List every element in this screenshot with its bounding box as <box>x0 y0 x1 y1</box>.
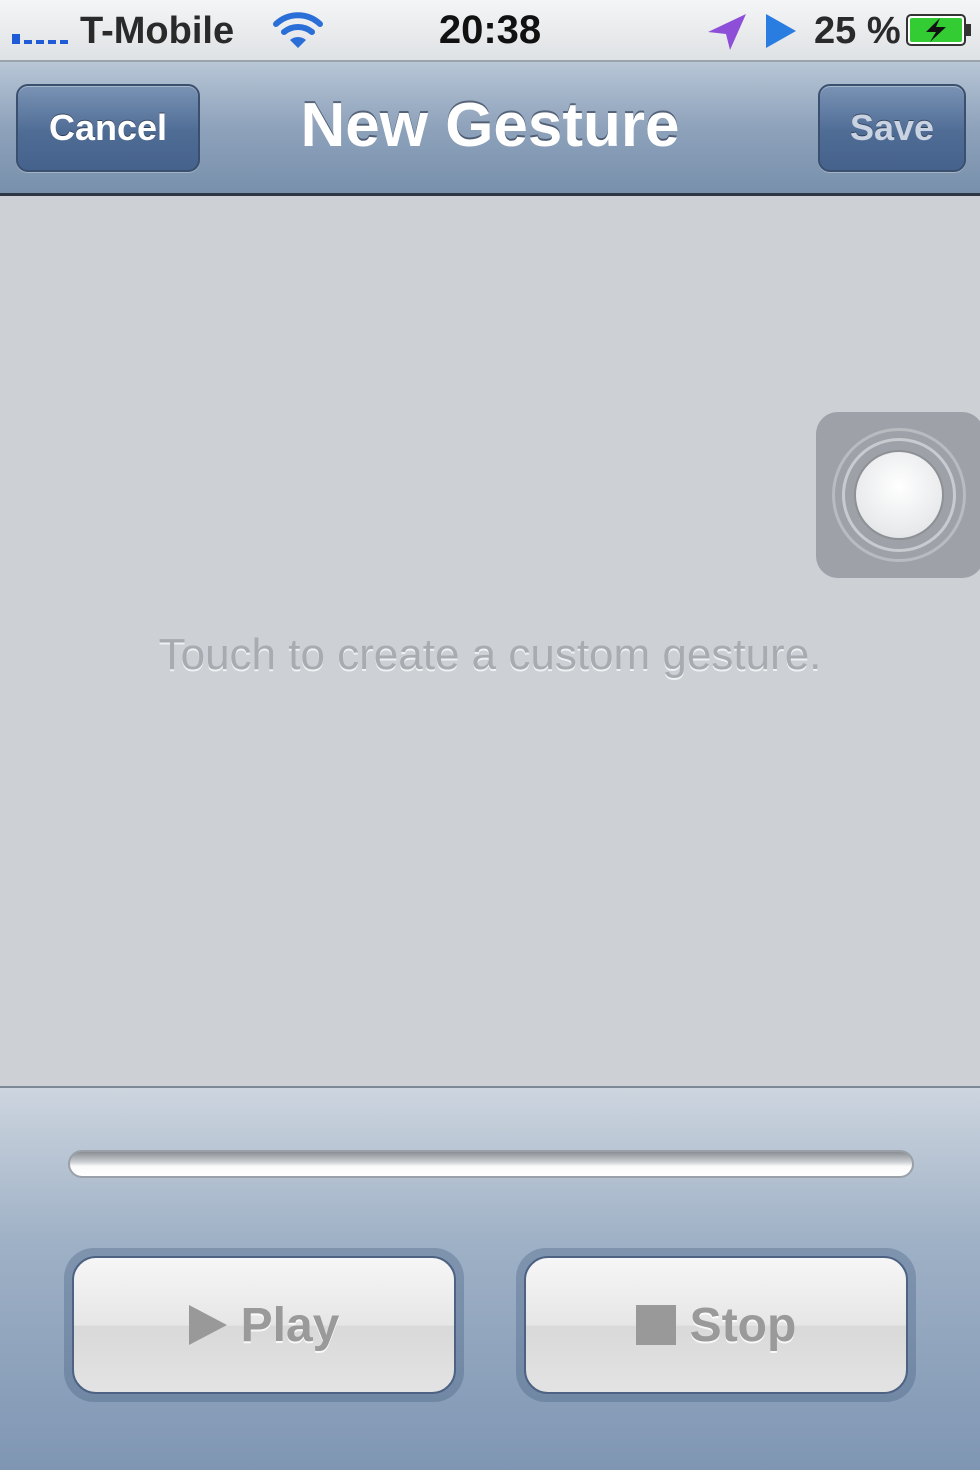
assistive-touch-knob-icon <box>854 450 944 540</box>
save-button[interactable]: Save <box>818 84 966 172</box>
stop-label: Stop <box>689 1298 797 1352</box>
canvas-hint-text: Touch to create a custom gesture. <box>158 630 822 679</box>
assistive-touch-button[interactable] <box>816 412 980 578</box>
playback-toolbar: Play Stop <box>0 1086 980 1470</box>
play-label: Play <box>240 1298 340 1352</box>
navigation-bar: Cancel New Gesture Save <box>0 62 980 196</box>
play-button[interactable]: Play <box>64 1248 464 1402</box>
battery-charging-icon <box>906 14 971 46</box>
play-status-icon <box>766 14 796 48</box>
battery-percent: 25 % <box>814 10 901 52</box>
play-icon <box>188 1305 227 1345</box>
gesture-canvas[interactable]: Touch to create a custom gesture. <box>0 196 980 1086</box>
stop-button[interactable]: Stop <box>516 1248 916 1402</box>
gesture-progress-bar <box>68 1150 914 1178</box>
stop-icon <box>635 1305 676 1345</box>
location-arrow-icon <box>708 14 746 50</box>
status-bar: T-Mobile 20:38 25 % <box>0 0 980 62</box>
